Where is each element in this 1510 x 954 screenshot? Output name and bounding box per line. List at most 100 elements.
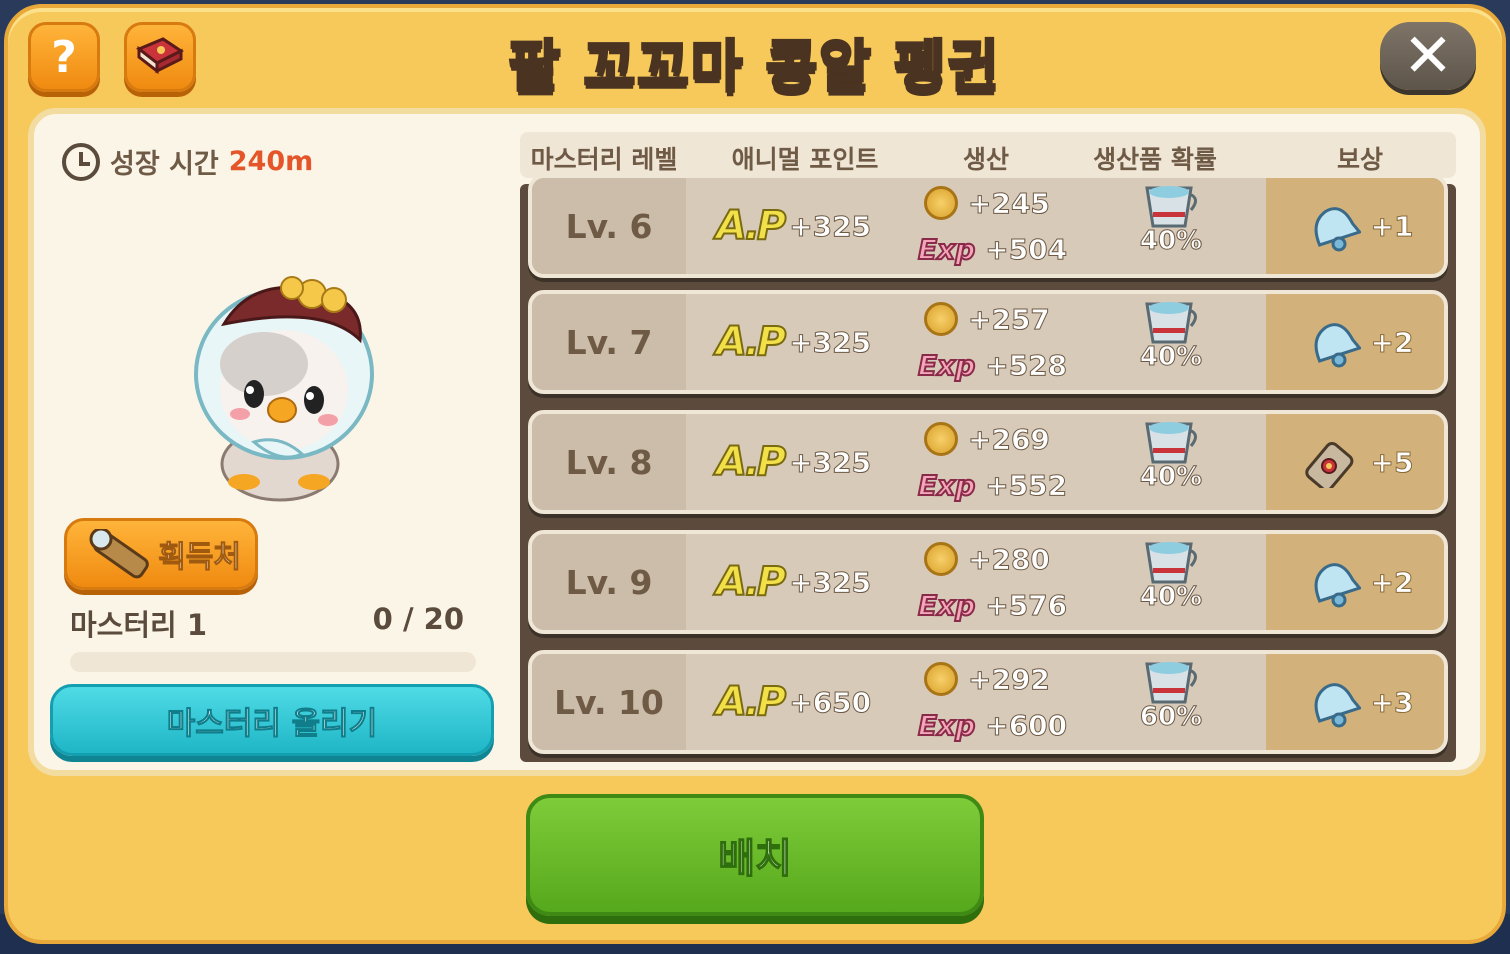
bell-icon [1314,323,1361,368]
bell-icon [1314,207,1361,252]
bucket-icon [1145,422,1197,464]
penguin-character [194,276,374,502]
ap-value: +325 [789,209,872,243]
row-animal-point: A.P +325 [715,534,872,630]
header-mastery-level: 마스터리 레벨 [530,145,678,174]
ap-logo: A.P [715,318,787,366]
reward-value: +2 [1370,565,1414,599]
row-middle: A.P +325 +245 Exp +504 40% [686,178,1266,274]
clock-icon [62,142,100,181]
coin-value: +292 [968,662,1051,696]
ap-value: +325 [789,325,872,359]
row-middle: A.P +325 +269 Exp +552 40% [686,414,1266,510]
row-level: Lv. 9 [532,534,686,630]
row-animal-point: A.P +325 [715,178,872,274]
coin-icon [924,422,958,456]
deploy-button[interactable]: 배치 [526,794,984,916]
chance-value: 40% [1139,582,1203,613]
row-middle: A.P +325 +257 Exp +528 40% [686,294,1266,390]
bucket-icon [1145,662,1197,704]
bucket-icon [1145,542,1197,584]
dialog-window: ? 팥 꼬꼬마 콩알 펭귄 ✕ 성장 시간 240m 획득처 마스터리 1 0 … [4,4,1506,944]
row-production: +269 Exp +552 [917,416,1098,510]
chance-value: 40% [1139,226,1203,257]
header-animal-point: 애니멀 포인트 [731,145,879,174]
row-production: +257 Exp +528 [917,296,1098,390]
exp-value: +552 [985,468,1068,502]
row-animal-point: A.P +650 [715,654,872,750]
exp-value: +576 [985,588,1068,622]
reward-value: +3 [1370,685,1414,719]
table-row: Lv. 6 A.P +325 +245 Exp +504 40% +1 [528,174,1448,278]
exp-icon: Exp [917,232,976,267]
bell-icon [1314,683,1361,728]
ap-value: +650 [789,685,872,719]
row-level: Lv. 7 [532,294,686,390]
row-animal-point: A.P +325 [715,294,872,390]
row-reward[interactable]: +2 [1266,294,1444,390]
acquire-source-button[interactable]: 획득처 [64,518,258,590]
coin-value: +280 [968,542,1051,576]
row-product-chance: 40% [1116,294,1226,390]
coin-icon [924,186,958,220]
exp-value: +528 [985,348,1068,382]
row-level: Lv. 10 [532,654,686,750]
row-product-chance: 40% [1116,534,1226,630]
mastery-count: 0 / 20 [372,602,464,636]
row-level: Lv. 8 [532,414,686,510]
row-reward[interactable]: +5 [1266,414,1444,510]
row-product-chance: 60% [1116,654,1226,750]
growth-label: 성장 시간 [110,149,219,180]
row-product-chance: 40% [1116,414,1226,510]
row-level: Lv. 6 [532,178,686,274]
ap-value: +325 [789,565,872,599]
close-button[interactable]: ✕ [1380,21,1476,91]
exp-icon: Exp [917,708,976,743]
mastery-level-label: 마스터리 1 [70,608,207,642]
coin-value: +257 [968,302,1051,336]
reward-value: +5 [1370,445,1414,479]
exp-value: +600 [985,708,1068,742]
ap-value: +325 [789,445,872,479]
header-production: 생산 [962,145,1009,174]
mastery-up-button[interactable]: 마스터리 올리기 [50,684,494,756]
row-reward[interactable]: +2 [1266,534,1444,630]
reward-value: +2 [1370,325,1414,359]
header-reward: 보상 [1336,145,1383,174]
table-row: Lv. 8 A.P +325 +269 Exp +552 40% +5 [528,410,1448,514]
row-reward[interactable]: +1 [1266,178,1444,274]
row-middle: A.P +325 +280 Exp +576 40% [686,534,1266,630]
reward-value: +1 [1370,209,1414,243]
coin-value: +269 [968,422,1051,456]
header-product-chance: 생산품 확률 [1093,145,1217,174]
table-row: Lv. 9 A.P +325 +280 Exp +576 40% +2 [528,530,1448,634]
bucket-icon [1145,186,1197,228]
row-production: +292 Exp +600 [917,656,1098,750]
exp-icon: Exp [917,588,976,623]
chance-value: 60% [1139,702,1203,733]
coin-icon [924,542,958,576]
row-production: +280 Exp +576 [917,536,1098,630]
mastery-progress-bar [70,652,476,672]
page-title: 팥 꼬꼬마 콩알 펭귄 [507,34,1002,102]
ap-logo: A.P [715,678,787,726]
ap-logo: A.P [715,438,787,486]
exp-icon: Exp [917,468,976,503]
ap-logo: A.P [715,202,787,250]
growth-value: 240m [228,146,314,177]
row-production: +245 Exp +504 [917,180,1098,274]
exp-value: +504 [985,232,1068,266]
row-reward[interactable]: +3 [1266,654,1444,750]
coin-icon [924,662,958,696]
row-middle: A.P +650 +292 Exp +600 60% [686,654,1266,750]
main-panel: 성장 시간 240m 획득처 마스터리 1 0 / 20 마스터리 올리기 마스… [28,108,1486,776]
chance-value: 40% [1139,342,1203,373]
table-header: 마스터리 레벨 애니멀 포인트 생산 생산품 확률 보상 [520,132,1456,178]
row-animal-point: A.P +325 [715,414,872,510]
mastery-table[interactable]: Lv. 6 A.P +325 +245 Exp +504 40% +1 Lv. 7 A.P +325… [520,174,1456,762]
bucket-icon [1145,302,1197,344]
exp-icon: Exp [917,348,976,383]
can-icon [1304,441,1353,488]
table-row: Lv. 10 A.P +650 +292 Exp +600 60% +3 [528,650,1448,754]
acquire-source-label: 획득처 [158,540,242,576]
